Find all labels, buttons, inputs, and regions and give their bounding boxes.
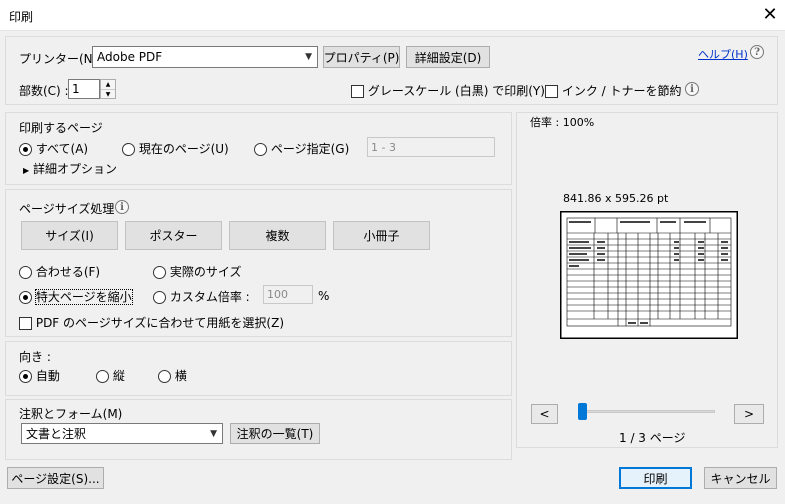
radio-pages-range[interactable]: ページ指定(G) bbox=[254, 140, 349, 157]
preview-page-indicator: 1 / 3 ページ bbox=[619, 431, 686, 445]
copies-label: 部数(C) : bbox=[19, 84, 69, 98]
grayscale-checkbox[interactable] bbox=[351, 85, 364, 98]
copies-input[interactable]: 1 bbox=[68, 79, 100, 99]
radio-landscape-indicator[interactable] bbox=[158, 370, 171, 383]
copies-value: 1 bbox=[72, 82, 80, 96]
choose-paper-checkbox[interactable] bbox=[19, 317, 32, 330]
save-ink-label: インク / トナーを節約 bbox=[561, 84, 682, 98]
choose-paper-label: PDF のページサイズに合わせて用紙を選択(Z) bbox=[35, 316, 285, 330]
radio-custom-scale[interactable]: カスタム倍率 : bbox=[153, 288, 250, 305]
stepper-up-icon[interactable]: ▲ bbox=[101, 80, 115, 89]
preview-dimensions: 841.86 x 595.26 pt bbox=[563, 192, 669, 205]
copies-stepper[interactable]: ▲ ▼ bbox=[100, 79, 116, 99]
page-preview-thumbnail bbox=[560, 211, 738, 339]
radio-shrink-indicator[interactable] bbox=[19, 291, 32, 304]
radio-pages-current[interactable]: 現在のページ(U) bbox=[122, 140, 229, 157]
radio-auto-label: 自動 bbox=[35, 369, 60, 383]
radio-orientation-auto[interactable]: 自動 bbox=[19, 367, 60, 384]
radio-landscape-label: 横 bbox=[174, 369, 187, 383]
radio-fit[interactable]: 合わせる(F) bbox=[19, 263, 100, 280]
comments-heading: 注釈とフォーム(M) bbox=[19, 407, 123, 421]
comments-select-value: 文書と注釈 bbox=[26, 427, 87, 441]
page-setup-button[interactable]: ページ設定(S)... bbox=[7, 467, 104, 489]
radio-portrait-indicator[interactable] bbox=[96, 370, 109, 383]
advanced-button[interactable]: 詳細設定(D) bbox=[406, 46, 490, 68]
print-button[interactable]: 印刷 bbox=[619, 467, 692, 489]
save-ink-checkbox[interactable] bbox=[545, 85, 558, 98]
help-icon[interactable]: ? bbox=[750, 45, 764, 59]
poster-button[interactable]: ポスター bbox=[125, 221, 222, 250]
save-ink-info-icon[interactable]: i bbox=[685, 82, 699, 96]
chevron-down-icon: ▼ bbox=[305, 52, 312, 62]
radio-custom-label: カスタム倍率 : bbox=[169, 290, 250, 304]
radio-current-label: 現在のページ(U) bbox=[138, 142, 229, 156]
comments-select[interactable]: 文書と注釈 ▼ bbox=[21, 423, 223, 444]
radio-range-label: ページ指定(G) bbox=[270, 142, 350, 156]
comments-summary-button[interactable]: 注釈の一覧(T) bbox=[230, 423, 320, 444]
preview-prev-button[interactable]: < bbox=[531, 404, 558, 424]
page-sizing-info-icon[interactable]: i bbox=[115, 200, 129, 214]
cancel-button[interactable]: キャンセル bbox=[704, 467, 777, 489]
stepper-down-icon[interactable]: ▼ bbox=[101, 89, 115, 98]
choose-paper-checkbox-row[interactable]: PDF のページサイズに合わせて用紙を選択(Z) bbox=[19, 314, 284, 331]
preview-slider-track[interactable] bbox=[583, 410, 715, 413]
close-icon[interactable]: ✕ bbox=[756, 3, 784, 27]
printer-select[interactable]: Adobe PDF ▼ bbox=[92, 46, 318, 68]
save-ink-checkbox-row[interactable]: インク / トナーを節約 bbox=[545, 82, 682, 99]
pages-heading: 印刷するページ bbox=[19, 121, 103, 135]
multiple-button[interactable]: 複数 bbox=[229, 221, 326, 250]
radio-all-label: すべて(A) bbox=[35, 142, 89, 156]
size-button[interactable]: サイズ(I) bbox=[21, 221, 118, 250]
orientation-heading: 向き : bbox=[19, 350, 51, 364]
grayscale-checkbox-row[interactable]: グレースケール (白黒) で印刷(Y) bbox=[351, 82, 545, 99]
radio-portrait-label: 縦 bbox=[112, 369, 125, 383]
radio-orientation-portrait[interactable]: 縦 bbox=[96, 367, 125, 384]
properties-button[interactable]: プロパティ(P) bbox=[323, 46, 400, 68]
radio-custom-indicator[interactable] bbox=[153, 291, 166, 304]
expand-arrow-icon: ▶ bbox=[23, 166, 30, 175]
radio-actual-label: 実際のサイズ bbox=[169, 265, 242, 279]
booklet-button[interactable]: 小冊子 bbox=[333, 221, 430, 250]
preview-next-button[interactable]: > bbox=[734, 404, 764, 424]
radio-actual-size[interactable]: 実際のサイズ bbox=[153, 263, 241, 280]
radio-fit-label: 合わせる(F) bbox=[35, 265, 101, 279]
radio-orientation-landscape[interactable]: 横 bbox=[158, 367, 187, 384]
more-options-toggle[interactable]: ▶ 詳細オプション bbox=[23, 160, 117, 177]
radio-actual-indicator[interactable] bbox=[153, 266, 166, 279]
title-bar bbox=[0, 0, 785, 31]
custom-scale-input[interactable]: 100 bbox=[263, 285, 313, 304]
radio-auto-indicator[interactable] bbox=[19, 370, 32, 383]
more-options-label: 詳細オプション bbox=[32, 162, 117, 176]
radio-pages-all[interactable]: すべて(A) bbox=[19, 140, 88, 157]
radio-shrink-label: 特大ページを縮小 bbox=[34, 289, 133, 305]
window-title: 印刷 bbox=[9, 10, 34, 24]
chevron-down-icon: ▼ bbox=[210, 428, 217, 439]
preview-scale-label: 倍率 : 100% bbox=[530, 116, 595, 129]
radio-current-indicator[interactable] bbox=[122, 143, 135, 156]
help-link[interactable]: ヘルプ(H) bbox=[698, 46, 748, 62]
radio-range-indicator[interactable] bbox=[254, 143, 267, 156]
page-sizing-heading: ページサイズ処理 bbox=[19, 202, 115, 216]
printer-select-value: Adobe PDF bbox=[97, 50, 163, 64]
radio-fit-indicator[interactable] bbox=[19, 266, 32, 279]
preview-slider-thumb[interactable] bbox=[578, 403, 587, 420]
page-range-input[interactable]: 1 - 3 bbox=[367, 137, 495, 157]
radio-all-indicator[interactable] bbox=[19, 143, 32, 156]
percent-label: % bbox=[318, 289, 330, 303]
orientation-panel bbox=[5, 341, 512, 396]
grayscale-label: グレースケール (白黒) で印刷(Y) bbox=[367, 84, 545, 98]
radio-shrink[interactable]: 特大ページを縮小 bbox=[19, 288, 133, 305]
